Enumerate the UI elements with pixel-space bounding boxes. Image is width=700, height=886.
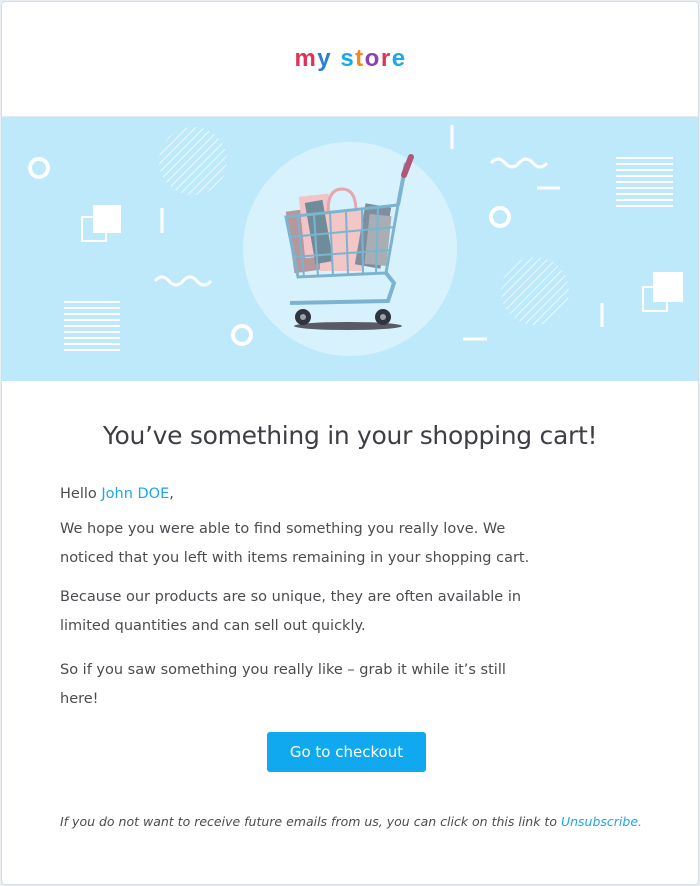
email-body: Hello John DOE, We hope you were able to… [60, 480, 540, 714]
hatched-circle-icon [501, 257, 569, 325]
wave-icon [153, 275, 213, 287]
email-content: You’ve something in your shopping cart! … [2, 381, 698, 829]
wave-icon [489, 157, 549, 169]
unsubscribe-link[interactable]: Unsubscribe. [561, 814, 642, 829]
unsubscribe-text: If you do not want to receive future ema… [60, 814, 561, 829]
ring-icon [489, 206, 511, 228]
logo-letter: o [364, 45, 380, 72]
striped-lines-icon [64, 301, 120, 351]
banner-illustration [28, 125, 683, 356]
hero-banner [2, 117, 698, 381]
hatched-circle-icon [159, 127, 227, 195]
logo-letter: r [380, 45, 391, 72]
store-logo[interactable]: my store [294, 47, 405, 71]
ring-icon [231, 324, 253, 346]
logo-letter: y [317, 45, 332, 72]
cta-wrapper: Go to checkout [267, 732, 426, 772]
go-to-checkout-button[interactable]: Go to checkout [267, 732, 426, 772]
ring-icon [28, 157, 50, 179]
greeting-suffix: , [169, 486, 174, 502]
page-title: You’ve something in your shopping cart! [102, 421, 598, 450]
greeting: Hello John DOE, [60, 480, 540, 509]
greeting-prefix: Hello [60, 486, 102, 502]
logo-letter [332, 47, 339, 71]
paragraph-3: So if you saw something you really like … [60, 662, 506, 707]
paragraph-1: We hope you were able to find something … [60, 521, 530, 566]
customer-name-link[interactable]: John DOE [101, 486, 169, 502]
unsubscribe-note: If you do not want to receive future ema… [60, 814, 642, 829]
logo-letter: t [355, 45, 364, 72]
stacked-squares-icon [642, 272, 683, 312]
stacked-squares-icon [81, 205, 121, 242]
logo-letter: s [340, 45, 355, 72]
email-header: my store [2, 2, 698, 117]
email-container: my store You’ve something in your shoppi… [1, 1, 699, 885]
logo-letter: m [294, 45, 317, 72]
striped-lines-icon [616, 157, 673, 207]
paragraph-2: Because our products are so unique, they… [60, 589, 522, 634]
logo-letter: e [391, 45, 406, 72]
